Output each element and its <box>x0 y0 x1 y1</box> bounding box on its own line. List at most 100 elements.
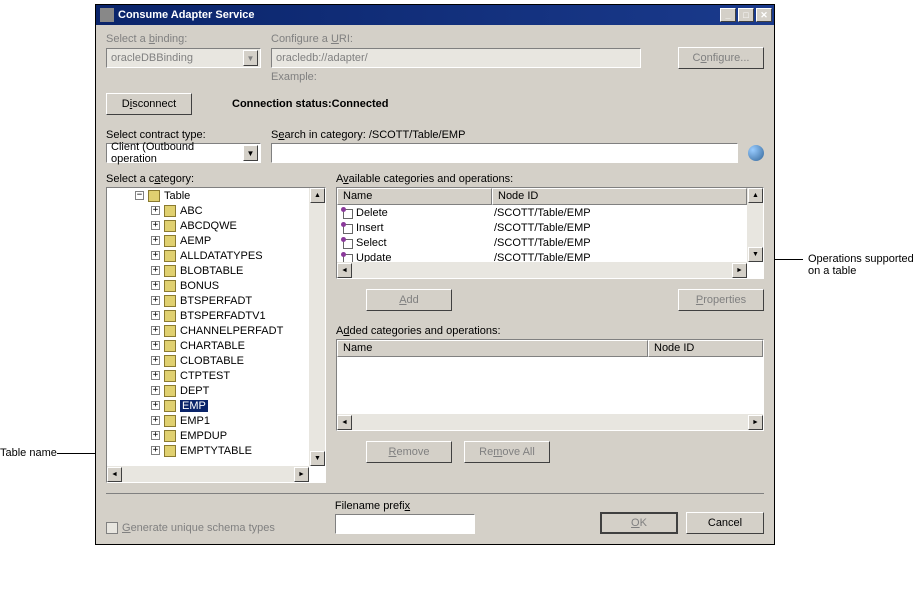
scroll-right-icon[interactable]: ► <box>748 415 763 430</box>
callout-ops-l1: Operations supported <box>808 253 914 265</box>
connection-status-value: Connected <box>332 98 389 110</box>
operation-nodeid: /SCOTT/Table/EMP <box>494 207 591 219</box>
scroll-left-icon[interactable]: ◄ <box>337 263 352 278</box>
tree-item[interactable]: +CHANNELPERFADT <box>107 323 309 338</box>
remove-button[interactable]: Remove <box>366 441 452 463</box>
tree-item[interactable]: +EMP1 <box>107 413 309 428</box>
available-operations-list[interactable]: Name Node ID Delete/SCOTT/Table/EMPInser… <box>336 187 764 279</box>
tree-item[interactable]: +EMPDUP <box>107 428 309 443</box>
search-input[interactable] <box>271 143 738 163</box>
category-tree[interactable]: − Table +ABC+ABCDQWE+AEMP+ALLDATATYPES+B… <box>106 187 326 483</box>
scroll-up-icon[interactable]: ▲ <box>748 188 763 203</box>
search-globe-icon[interactable] <box>748 145 764 161</box>
col-nodeid[interactable]: Node ID <box>648 340 763 357</box>
tree-item[interactable]: + EMP <box>107 398 309 413</box>
minimize-button[interactable]: _ <box>720 8 736 22</box>
cancel-button[interactable]: Cancel <box>686 512 764 534</box>
tree-item[interactable]: +ABCDQWE <box>107 218 309 233</box>
tree-expand-icon[interactable]: + <box>151 431 160 440</box>
uri-field[interactable]: oracledb://adapter/ <box>271 48 641 68</box>
tree-expand-icon[interactable]: + <box>151 281 160 290</box>
tree-expand-icon[interactable]: + <box>151 326 160 335</box>
table-icon <box>164 295 176 307</box>
operation-icon <box>341 222 353 234</box>
binding-combo[interactable]: oracleDBBinding ▼ <box>106 48 261 68</box>
tree-item[interactable]: +BLOBTABLE <box>107 263 309 278</box>
scroll-down-icon[interactable]: ▼ <box>748 247 763 262</box>
tree-item[interactable]: +CHARTABLE <box>107 338 309 353</box>
close-button[interactable]: ✕ <box>756 8 772 22</box>
tree-expand-icon[interactable]: + <box>151 221 160 230</box>
list-item[interactable]: Select/SCOTT/Table/EMP <box>337 235 747 250</box>
scrollbar-track-h[interactable] <box>352 415 748 430</box>
scroll-right-icon[interactable]: ► <box>732 263 747 278</box>
scrollbar-track-v[interactable] <box>748 203 763 247</box>
list-item[interactable]: Insert/SCOTT/Table/EMP <box>337 220 747 235</box>
gen-unique-checkbox[interactable] <box>106 522 118 534</box>
scroll-left-icon[interactable]: ◄ <box>107 467 122 482</box>
table-icon <box>164 415 176 427</box>
tree-expand-icon[interactable]: + <box>151 416 160 425</box>
table-icon <box>164 430 176 442</box>
list-item[interactable]: Delete/SCOTT/Table/EMP <box>337 205 747 220</box>
maximize-button[interactable]: □ <box>738 8 754 22</box>
tree-expand-icon[interactable]: + <box>151 446 160 455</box>
tree-item-label: BTSPERFADT <box>180 295 252 307</box>
remove-all-button[interactable]: Remove All <box>464 441 550 463</box>
configure-button[interactable]: Configure... <box>678 47 764 69</box>
col-name[interactable]: Name <box>337 188 492 205</box>
available-ops-label: Available categories and operations: <box>336 173 513 185</box>
tree-expand-icon[interactable]: + <box>151 206 160 215</box>
scroll-left-icon[interactable]: ◄ <box>337 415 352 430</box>
tree-expand-icon[interactable]: + <box>151 266 160 275</box>
col-name[interactable]: Name <box>337 340 648 357</box>
add-button[interactable]: Add <box>366 289 452 311</box>
tree-expand-icon[interactable]: + <box>151 236 160 245</box>
tree-item-label: ABC <box>180 205 203 217</box>
tree-item[interactable]: +BTSPERFADTV1 <box>107 308 309 323</box>
col-nodeid[interactable]: Node ID <box>492 188 747 205</box>
table-icon <box>164 445 176 457</box>
added-operations-list[interactable]: Name Node ID ◄ ► <box>336 339 764 431</box>
scrollbar-track-h[interactable] <box>352 263 732 278</box>
tree-item[interactable]: +CTPTEST <box>107 368 309 383</box>
tree-expand-icon[interactable]: + <box>151 311 160 320</box>
tree-item[interactable]: +ALLDATATYPES <box>107 248 309 263</box>
tree-expand-icon[interactable]: + <box>151 356 160 365</box>
filename-prefix-input[interactable] <box>335 514 475 534</box>
list-item[interactable]: Update/SCOTT/Table/EMP <box>337 250 747 262</box>
scroll-right-icon[interactable]: ► <box>294 467 309 482</box>
tree-item[interactable]: +EMPTYTABLE <box>107 443 309 458</box>
scroll-up-icon[interactable]: ▲ <box>310 188 325 203</box>
folder-icon <box>148 190 160 202</box>
operation-nodeid: /SCOTT/Table/EMP <box>494 222 591 234</box>
scrollbar-track-h[interactable] <box>122 467 294 482</box>
tree-item[interactable]: +BONUS <box>107 278 309 293</box>
tree-item[interactable]: +CLOBTABLE <box>107 353 309 368</box>
dropdown-icon: ▼ <box>243 50 258 66</box>
operation-nodeid: /SCOTT/Table/EMP <box>494 252 591 263</box>
tree-item[interactable]: +DEPT <box>107 383 309 398</box>
disconnect-button[interactable]: Disconnect <box>106 93 192 115</box>
tree-expand-icon[interactable]: + <box>151 401 160 410</box>
tree-item[interactable]: + ABC <box>107 203 309 218</box>
tree-item[interactable]: + BTSPERFADT <box>107 293 309 308</box>
tree-collapse-icon[interactable]: − <box>135 191 144 200</box>
tree-expand-icon[interactable]: + <box>151 371 160 380</box>
contract-combo[interactable]: Client (Outbound operation ▼ <box>106 143 261 163</box>
table-icon <box>164 235 176 247</box>
tree-expand-icon[interactable]: + <box>151 386 160 395</box>
tree-expand-icon[interactable]: + <box>151 341 160 350</box>
tree-item-label: EMP <box>180 400 208 412</box>
properties-button[interactable]: Properties <box>678 289 764 311</box>
scrollbar-track-v[interactable] <box>310 203 325 451</box>
tree-expand-icon[interactable]: + <box>151 296 160 305</box>
ok-button[interactable]: OK <box>600 512 678 534</box>
tree-expand-icon[interactable]: + <box>151 251 160 260</box>
table-icon <box>164 385 176 397</box>
callout-ops-l2: on a table <box>808 265 856 277</box>
scroll-down-icon[interactable]: ▼ <box>310 451 325 466</box>
added-ops-label: Added categories and operations: <box>336 325 764 337</box>
titlebar[interactable]: Consume Adapter Service _ □ ✕ <box>96 5 774 25</box>
tree-item[interactable]: +AEMP <box>107 233 309 248</box>
